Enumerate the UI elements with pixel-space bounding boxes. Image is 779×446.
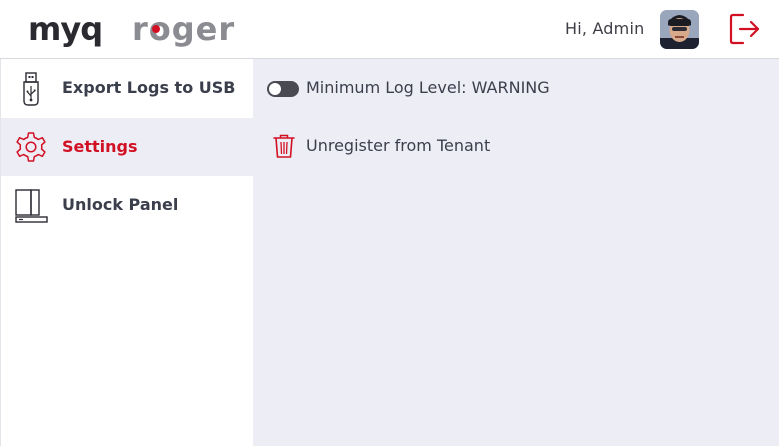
top-bar: myq roger Hi, Admin xyxy=(0,0,779,59)
myq-roger-logo: myq roger xyxy=(28,14,235,48)
sidebar-item-settings[interactable]: Settings xyxy=(1,118,254,176)
gear-icon xyxy=(16,132,46,162)
sidebar-item-export-logs[interactable]: Export Logs to USB xyxy=(1,59,254,117)
svg-text:roger: roger xyxy=(132,14,235,48)
usb-icon xyxy=(23,72,39,106)
svg-text:myq: myq xyxy=(28,14,102,48)
settings-panel: Minimum Log Level: WARNING Unregister fr… xyxy=(253,59,779,446)
user-avatar[interactable] xyxy=(660,10,699,49)
sidebar-item-unlock-panel[interactable]: Unlock Panel xyxy=(1,176,254,234)
panel-icon xyxy=(15,189,48,223)
toggle-knob xyxy=(269,83,281,95)
log-level-toggle[interactable] xyxy=(267,81,299,97)
unregister-label: Unregister from Tenant xyxy=(306,136,491,155)
sidebar-item-label: Export Logs to USB xyxy=(62,78,236,97)
unregister-button[interactable]: Unregister from Tenant xyxy=(253,126,779,166)
avatar-icon xyxy=(660,10,699,49)
greeting-text: Hi, Admin xyxy=(565,19,645,38)
sidebar-item-label: Unlock Panel xyxy=(62,195,179,214)
sidebar-item-label: Settings xyxy=(62,137,138,156)
logout-icon[interactable] xyxy=(729,12,761,46)
sidebar: Export Logs to USB Settings Unlock Panel xyxy=(0,59,254,446)
log-level-label: Minimum Log Level: WARNING xyxy=(306,78,550,97)
trash-icon xyxy=(273,134,295,158)
log-level-setting[interactable]: Minimum Log Level: WARNING xyxy=(253,68,779,108)
